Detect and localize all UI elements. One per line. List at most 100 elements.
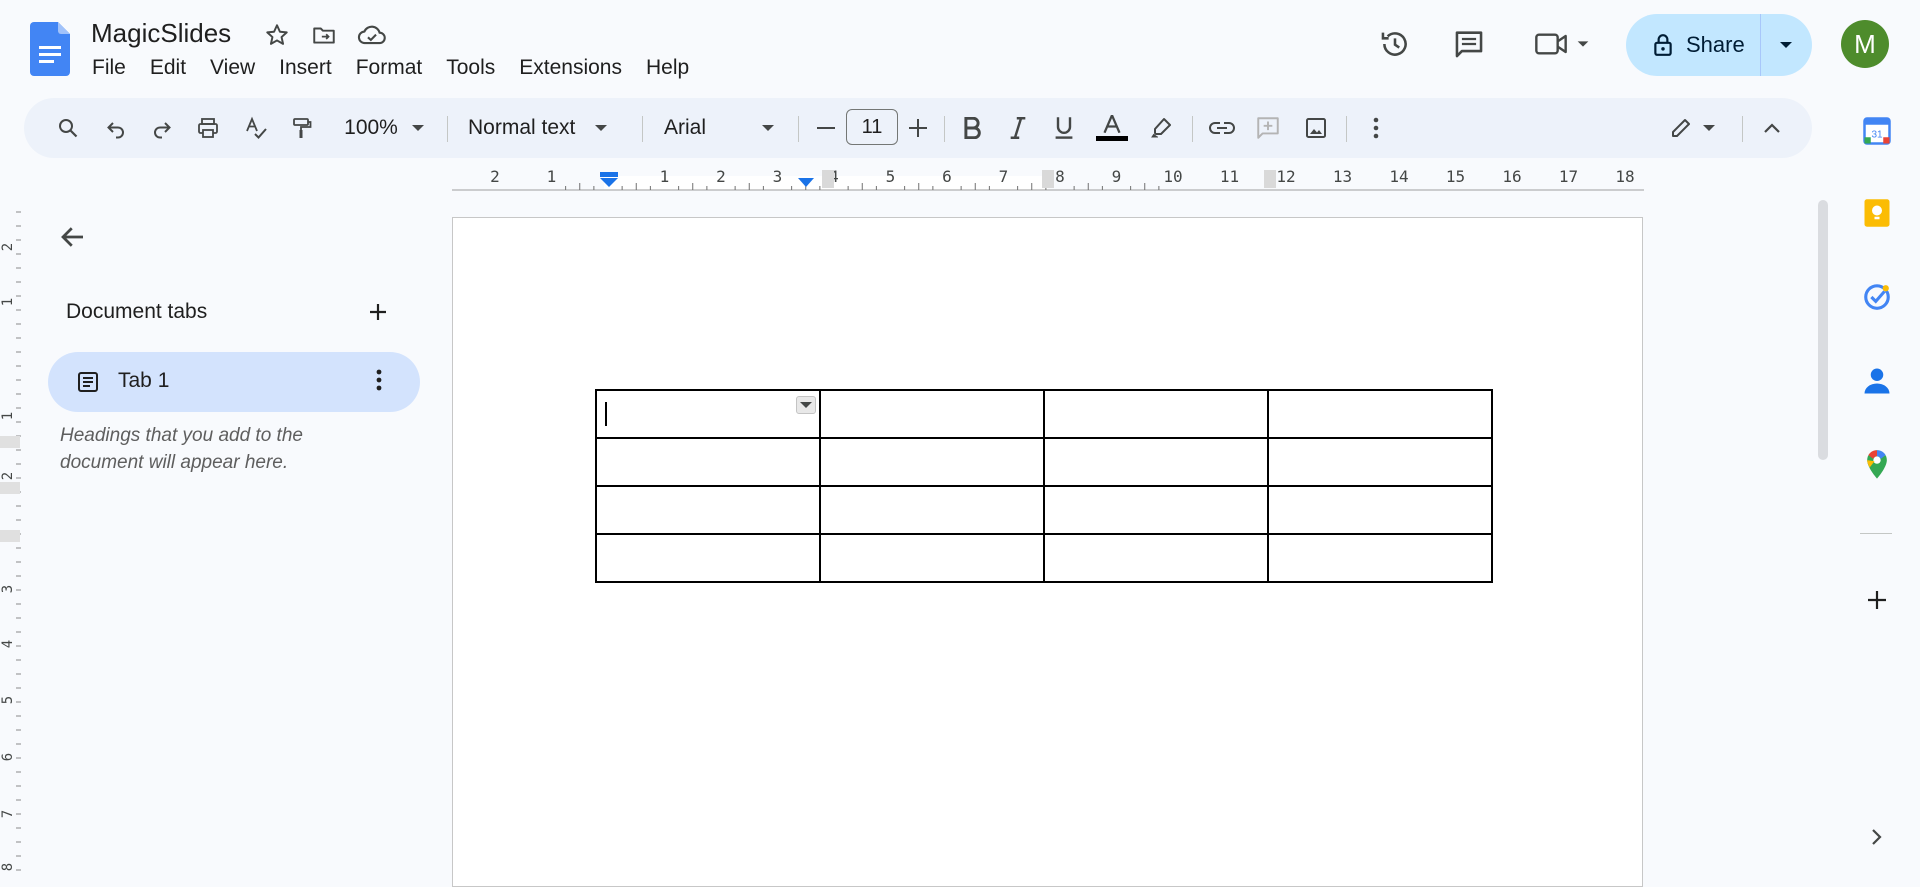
collapse-icon[interactable] [1752,98,1792,158]
insert-image-icon[interactable] [1296,98,1336,158]
table-cell[interactable] [1267,437,1493,487]
row-marker [0,530,20,542]
decrease-font-size-button[interactable] [808,98,844,158]
table-cell[interactable] [595,389,821,439]
add-tab-icon[interactable] [366,300,390,324]
menu-format[interactable]: Format [344,54,435,82]
menu-edit[interactable]: Edit [138,54,198,82]
document-title[interactable]: MagicSlides [91,18,231,49]
table-cell[interactable] [1267,389,1493,439]
comments-icon[interactable] [1449,24,1489,64]
ruler-label: 1 [660,167,670,186]
share-dropdown-icon[interactable] [1761,14,1811,76]
link-icon[interactable] [1202,98,1242,158]
paint-format-icon[interactable] [282,98,322,158]
avatar[interactable]: M [1841,20,1889,68]
add-comment-icon[interactable] [1248,98,1288,158]
vertical-ruler-label: 5 [0,696,16,704]
table-cell[interactable] [595,485,821,535]
tasks-icon[interactable] [1862,282,1892,312]
text-color-icon[interactable] [1092,98,1132,158]
contacts-icon[interactable] [1862,366,1892,396]
calendar-icon[interactable]: 31 [1862,116,1892,146]
tab-more-icon[interactable] [376,368,382,392]
undo-icon[interactable] [96,98,136,158]
ruler-label: 7 [999,167,1009,186]
redo-icon[interactable] [142,98,182,158]
docs-logo-icon[interactable] [30,22,70,76]
table-row [595,533,1493,583]
toolbar-divider [944,116,945,142]
document-table[interactable] [595,389,1493,583]
add-icon[interactable] [1862,585,1892,615]
column-marker [1042,170,1054,188]
table-cell[interactable] [819,533,1045,583]
bold-icon[interactable] [952,98,992,158]
zoom-select[interactable]: 100% [334,98,434,158]
table-cell[interactable] [1267,485,1493,535]
share-main-button[interactable]: Share [1626,14,1761,76]
ruler-label: 2 [490,167,500,186]
meet-icon[interactable] [1528,24,1598,64]
editing-mode-icon[interactable] [1644,98,1740,158]
underline-icon[interactable] [1044,98,1084,158]
lock-icon [1652,33,1674,57]
tab-1-label: Tab 1 [118,369,170,392]
search-icon[interactable] [48,98,88,158]
star-icon[interactable] [262,20,292,50]
font-select[interactable]: Arial [654,98,804,158]
horizontal-ruler[interactable]: 21123456789101112131415161718 [24,164,1812,192]
table-cell[interactable] [1267,533,1493,583]
ruler-label: 15 [1446,167,1465,186]
ruler-label: 3 [773,167,783,186]
move-to-folder-icon[interactable] [309,20,339,50]
vertical-scrollbar[interactable] [1818,200,1828,460]
cell-dropdown-icon[interactable] [796,396,816,414]
version-history-icon[interactable] [1375,24,1415,64]
menu-extensions[interactable]: Extensions [507,54,634,82]
table-cell[interactable] [1043,389,1269,439]
ruler-label: 14 [1389,167,1408,186]
toolbar-divider [1346,116,1347,142]
back-arrow-icon[interactable] [58,222,88,252]
ruler-label: 6 [942,167,952,186]
chevron-down-icon [411,124,424,131]
maps-icon[interactable] [1862,450,1892,480]
table-cell[interactable] [819,389,1045,439]
table-cell[interactable] [1043,485,1269,535]
share-button[interactable]: Share [1626,14,1812,76]
print-icon[interactable] [188,98,228,158]
cloud-saved-icon[interactable] [357,20,387,50]
table-cell[interactable] [819,485,1045,535]
vertical-ruler[interactable]: 21123456789 [0,192,22,878]
highlight-icon[interactable] [1142,98,1182,158]
side-panel-divider [1860,533,1892,534]
ruler-label: 12 [1276,167,1295,186]
table-row [595,485,1493,535]
expand-icon[interactable] [1862,822,1892,852]
menu-tools[interactable]: Tools [434,54,507,82]
vertical-ruler-label: 1 [0,298,16,306]
table-cell[interactable] [595,437,821,487]
spellcheck-icon[interactable] [236,98,276,158]
column-marker [1264,170,1276,188]
table-cell[interactable] [819,437,1045,487]
table-cell[interactable] [1043,437,1269,487]
menu-file[interactable]: File [82,54,138,82]
italic-icon[interactable] [998,98,1038,158]
vertical-ruler-label: 8 [0,863,16,871]
more-icon[interactable] [1356,98,1396,158]
ruler-label: 10 [1163,167,1182,186]
menu-view[interactable]: View [198,54,267,82]
paragraph-style-select[interactable]: Normal text [460,98,640,158]
keep-icon[interactable] [1862,198,1892,228]
font-size-input[interactable]: 11 [846,109,898,145]
table-cell[interactable] [1043,533,1269,583]
menu-insert[interactable]: Insert [267,54,344,82]
tab-1-item[interactable]: Tab 1 [48,352,420,412]
menu-help[interactable]: Help [634,54,701,82]
vertical-ruler-label: 2 [0,243,16,251]
increase-font-size-button[interactable] [900,98,936,158]
text-cursor [605,402,607,426]
table-cell[interactable] [595,533,821,583]
